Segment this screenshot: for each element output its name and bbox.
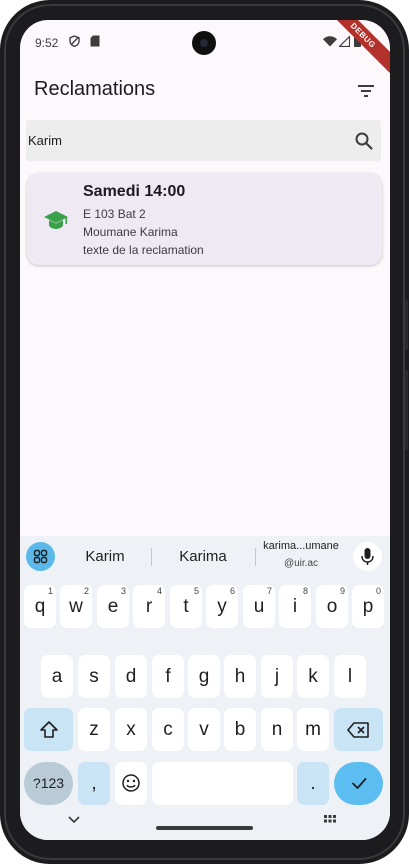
key-hint: 6 xyxy=(229,586,235,596)
key-b[interactable]: b xyxy=(224,708,256,751)
backspace-icon xyxy=(346,722,369,738)
key-s[interactable]: s xyxy=(78,655,110,698)
key-o[interactable]: o9 xyxy=(316,585,348,628)
key-hint: 7 xyxy=(266,586,272,596)
key-hint: 4 xyxy=(156,586,162,596)
key-g[interactable]: g xyxy=(188,655,220,698)
reclamation-name: Moumane Karima xyxy=(83,225,178,239)
navigation-bar xyxy=(20,815,390,840)
emoji-icon xyxy=(122,774,140,792)
key-l[interactable]: l xyxy=(334,655,366,698)
key-label: o xyxy=(326,596,338,617)
key-d[interactable]: d xyxy=(115,655,147,698)
shift-icon xyxy=(39,721,58,738)
graduation-cap-icon xyxy=(44,211,68,229)
key-n[interactable]: n xyxy=(261,708,293,751)
key-q[interactable]: q1 xyxy=(24,585,56,628)
page-title: Reclamations xyxy=(34,78,156,100)
key-k[interactable]: k xyxy=(297,655,329,698)
key-f[interactable]: f xyxy=(152,655,184,698)
period-key[interactable]: . xyxy=(297,762,329,805)
key-p[interactable]: p0 xyxy=(352,585,384,628)
debug-banner: DEBUG xyxy=(318,20,390,80)
key-t[interactable]: t5 xyxy=(170,585,202,628)
key-label: t xyxy=(183,596,189,617)
space-key[interactable] xyxy=(152,762,293,805)
search-bar xyxy=(26,120,381,161)
symbols-key[interactable]: ?123 xyxy=(24,762,73,805)
key-label: w xyxy=(69,596,83,617)
key-hint: 3 xyxy=(120,586,126,596)
suggestion-2[interactable]: Karima xyxy=(166,548,240,565)
suggestion-divider xyxy=(151,548,152,566)
suggestion-email-line2: @uir.ac xyxy=(283,558,319,569)
key-hint: 2 xyxy=(83,586,89,596)
reclamation-text: texte de la reclamation xyxy=(83,243,204,257)
search-icon[interactable] xyxy=(354,131,374,151)
search-input[interactable] xyxy=(28,120,338,161)
volume-button xyxy=(405,370,408,450)
microphone-icon[interactable] xyxy=(353,542,382,571)
soft-keyboard: Karim Karima karima...umane @uir.ac q 1 … xyxy=(20,536,390,840)
front-camera xyxy=(192,31,216,55)
filter-list-icon[interactable] xyxy=(354,80,378,102)
key-u[interactable]: u7 xyxy=(243,585,275,628)
suggestion-1[interactable]: Karim xyxy=(70,548,140,565)
key-label: u xyxy=(253,596,265,617)
key-label: y xyxy=(217,596,227,617)
key-hint: 5 xyxy=(193,586,199,596)
key-w[interactable]: w2 xyxy=(60,585,92,628)
key-label: r xyxy=(145,596,153,617)
screen: 9:52 DEBUG Reclamations Karim Samedi 14:… xyxy=(20,20,390,840)
enter-key[interactable] xyxy=(334,762,383,805)
comma-key[interactable]: , xyxy=(78,762,110,805)
shift-key[interactable] xyxy=(24,708,73,751)
suggestion-bar: Karim Karima karima...umane @uir.ac xyxy=(20,536,390,576)
key-e[interactable]: e3 xyxy=(97,585,129,628)
chevron-down-icon[interactable] xyxy=(67,815,81,825)
key-hint: 0 xyxy=(375,586,381,596)
status-time: 9:52 xyxy=(35,36,59,50)
suggestion-email-line1: karima...umane xyxy=(263,540,339,552)
key-hint: 9 xyxy=(339,586,345,596)
sd-card-icon xyxy=(90,35,100,47)
keyboard-switch-icon[interactable] xyxy=(323,814,337,826)
key-x[interactable]: x xyxy=(115,708,147,751)
key-label: e xyxy=(107,596,119,617)
backspace-key[interactable] xyxy=(334,708,383,751)
key-a[interactable]: a xyxy=(41,655,73,698)
checkmark-icon xyxy=(351,778,366,789)
key-label: p xyxy=(362,596,374,617)
key-h[interactable]: h xyxy=(224,655,256,698)
home-indicator[interactable] xyxy=(156,826,253,830)
key-y[interactable]: y6 xyxy=(206,585,238,628)
key-label: i xyxy=(292,596,298,617)
key-z[interactable]: z xyxy=(78,708,110,751)
key-c[interactable]: c xyxy=(152,708,184,751)
power-button xyxy=(405,300,408,350)
status-bar: 9:52 DEBUG xyxy=(20,20,390,80)
key-j[interactable]: j xyxy=(261,655,293,698)
key-hint: 1 xyxy=(47,586,53,596)
reclamation-room: E 103 Bat 2 xyxy=(83,207,146,221)
keyboard-apps-icon[interactable] xyxy=(26,542,55,571)
shield-icon xyxy=(69,35,80,47)
key-r[interactable]: r4 xyxy=(133,585,165,628)
reclamation-title: Samedi 14:00 xyxy=(83,183,186,200)
key-v[interactable]: v xyxy=(188,708,220,751)
reclamation-card[interactable]: Samedi 14:00 E 103 Bat 2 Moumane Karima … xyxy=(27,173,382,265)
emoji-key[interactable] xyxy=(115,762,147,805)
phone-frame: 9:52 DEBUG Reclamations Karim Samedi 14:… xyxy=(0,0,409,864)
cellular-signal-icon xyxy=(339,36,350,47)
suggestion-divider xyxy=(255,548,256,566)
key-hint: 8 xyxy=(302,586,308,596)
wifi-icon xyxy=(323,36,337,47)
key-m[interactable]: m xyxy=(297,708,329,751)
key-label: q xyxy=(34,596,46,617)
key-i[interactable]: i8 xyxy=(279,585,311,628)
